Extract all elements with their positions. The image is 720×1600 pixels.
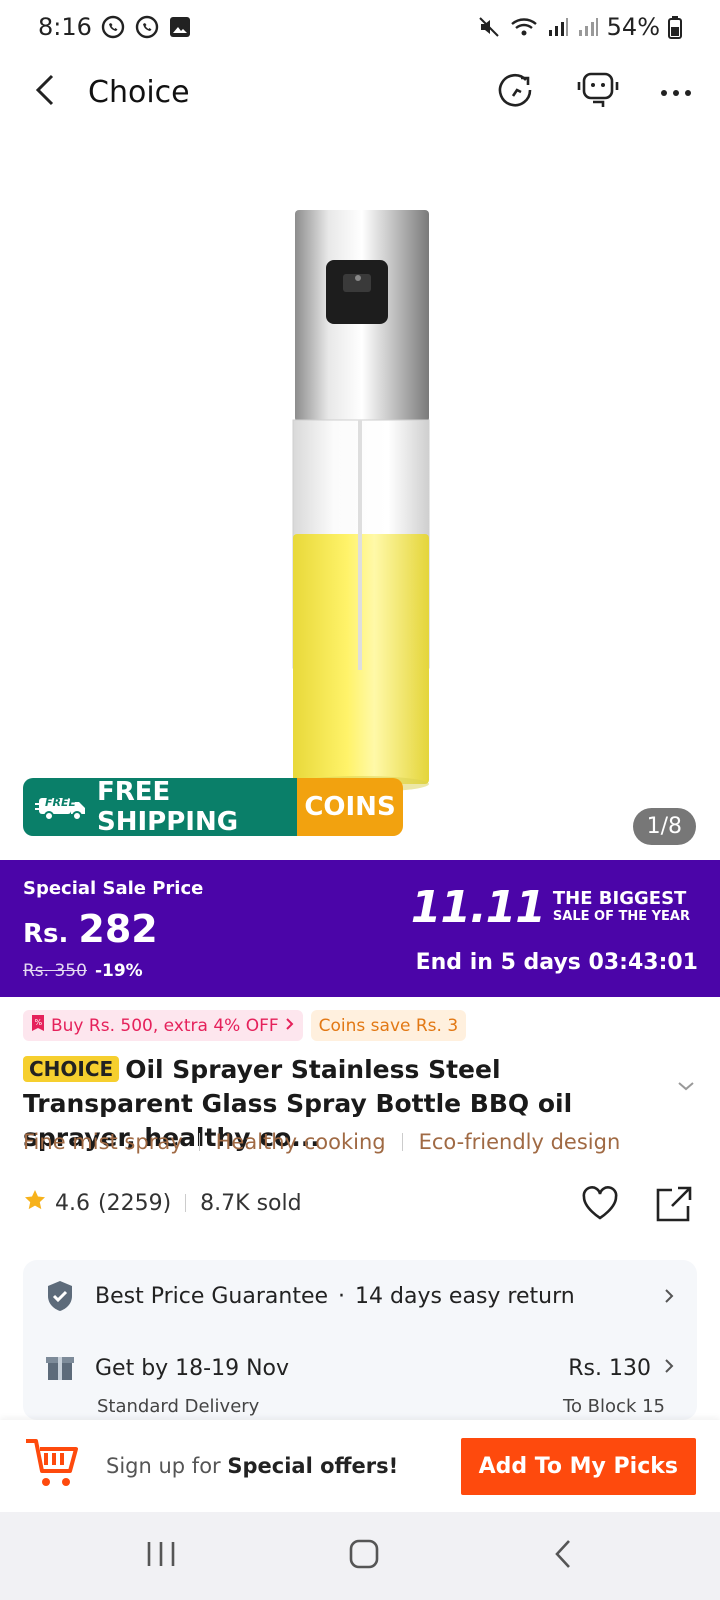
choice-badge: CHOICE [23, 1056, 120, 1082]
free-shipping-banner: FREE FREE SHIPPING COINS [23, 778, 403, 836]
feature-tag: Healthy cooking [215, 1130, 386, 1154]
feature-tags: Fine mist spray Healthy cooking Eco-frie… [23, 1130, 620, 1154]
chevron-right-icon [285, 1016, 295, 1036]
back-nav-icon[interactable] [551, 1538, 575, 1574]
free-shipping-tag: FREE FREE SHIPPING [23, 778, 297, 836]
share-icon[interactable] [654, 1184, 694, 1228]
event-tagline-line2: SALE OF THE YEAR [552, 908, 690, 924]
sold-count: 8.7K sold [200, 1190, 302, 1216]
mute-icon [477, 15, 501, 39]
chevron-down-icon[interactable] [676, 1078, 696, 1097]
coupon-icon: % [31, 1014, 45, 1037]
wifi-icon [509, 15, 539, 39]
delivery-estimate: Get by 18-19 Nov [95, 1355, 290, 1381]
status-bar: 8:16 54% [0, 0, 720, 54]
review-count: (2259) [98, 1190, 172, 1216]
chevron-right-icon [663, 1356, 675, 1381]
price-currency: Rs. [23, 919, 69, 949]
app-bar: Choice [0, 60, 720, 124]
divider [185, 1194, 187, 1212]
guarantee-label: Best Price Guarantee [95, 1283, 329, 1309]
home-icon[interactable] [348, 1538, 380, 1574]
whatsapp-icon [100, 14, 126, 40]
image-counter: 1/8 [632, 808, 696, 845]
delivery-destination: To Block 15 [563, 1396, 665, 1417]
system-nav-bar [0, 1512, 720, 1600]
event-logo: 11.11 THE BIGGEST SALE OF THE YEAR [411, 882, 690, 933]
delivery-price-group: Rs. 130 [568, 1356, 675, 1381]
free-shipping-label: FREE SHIPPING [97, 778, 239, 836]
back-icon[interactable] [30, 70, 60, 114]
recent-apps-icon[interactable] [145, 1539, 177, 1573]
gallery-icon [168, 15, 192, 39]
price-amount: 282 [78, 907, 158, 951]
info-card: Best Price Guarantee · 14 days easy retu… [23, 1260, 697, 1420]
divider [198, 1133, 200, 1151]
event-tagline-line1: THE BIGGEST [552, 887, 687, 909]
discount-percent: -19% [94, 961, 143, 981]
delivery-price: Rs. 130 [568, 1355, 651, 1381]
product-actions [580, 1184, 694, 1228]
page-title: Choice [88, 74, 190, 110]
divider [401, 1133, 403, 1151]
sale-banner: Special Sale Price Rs. 282 Rs. 350 -19% … [0, 860, 720, 997]
original-price: Rs. 350 [23, 961, 87, 981]
signal-icon [577, 16, 599, 38]
delivery-type: Standard Delivery [97, 1396, 260, 1417]
signup-prompt[interactable]: Sign up for Special offers! [106, 1454, 398, 1478]
feature-tag: Eco-friendly design [418, 1130, 621, 1154]
support-icon[interactable] [574, 68, 622, 116]
signup-prefix: Sign up for [106, 1454, 228, 1478]
cart-icon[interactable] [24, 1437, 80, 1495]
battery-percent: 54% [606, 13, 660, 41]
event-tagline: THE BIGGEST SALE OF THE YEAR [552, 887, 690, 926]
product-gallery[interactable]: FREE FREE SHIPPING COINS 1/8 [0, 130, 720, 860]
signal-icon [547, 16, 569, 38]
sale-countdown: End in 5 days 03:43:01 [415, 950, 698, 975]
rating-row[interactable]: 4.6 (2259) 8.7K sold [23, 1188, 302, 1218]
event-number: 11.11 [410, 882, 546, 933]
guarantee-row[interactable]: Best Price Guarantee · 14 days easy retu… [23, 1260, 697, 1332]
battery-icon [668, 15, 682, 39]
more-icon[interactable] [660, 83, 692, 102]
free-badge-label: FREE [45, 796, 77, 809]
return-policy-label: 14 days easy return [355, 1283, 575, 1309]
bottom-action-bar: Sign up for Special offers! Add To My Pi… [0, 1420, 720, 1512]
coins-save-chip[interactable]: Coins save Rs. 3 [310, 1010, 467, 1041]
truck-icon: FREE [35, 792, 89, 822]
shield-check-icon [45, 1279, 75, 1313]
delivery-row[interactable]: Get by 18-19 Nov Rs. 130 [23, 1332, 697, 1404]
svg-text:%: % [35, 1018, 43, 1027]
coins-tag: COINS [297, 778, 403, 836]
history-icon[interactable] [496, 70, 536, 114]
chevron-right-icon [663, 1287, 675, 1305]
heart-icon[interactable] [580, 1184, 620, 1228]
whatsapp-icon [134, 14, 160, 40]
coupon-row: % Buy Rs. 500, extra 4% OFF Coins save R… [23, 1010, 467, 1041]
feature-tag: Fine mist spray [23, 1130, 183, 1154]
extra-off-coupon[interactable]: % Buy Rs. 500, extra 4% OFF [23, 1010, 303, 1041]
star-icon [23, 1188, 47, 1218]
package-icon [45, 1354, 75, 1382]
signup-highlight: Special offers! [227, 1454, 399, 1478]
add-to-picks-button[interactable]: Add To My Picks [460, 1437, 696, 1495]
extra-off-label: Buy Rs. 500, extra 4% OFF [51, 1015, 279, 1036]
status-time: 8:16 [38, 13, 92, 41]
dot-separator: · [338, 1283, 346, 1309]
product-image [292, 210, 430, 792]
rating-value: 4.6 [55, 1190, 90, 1216]
